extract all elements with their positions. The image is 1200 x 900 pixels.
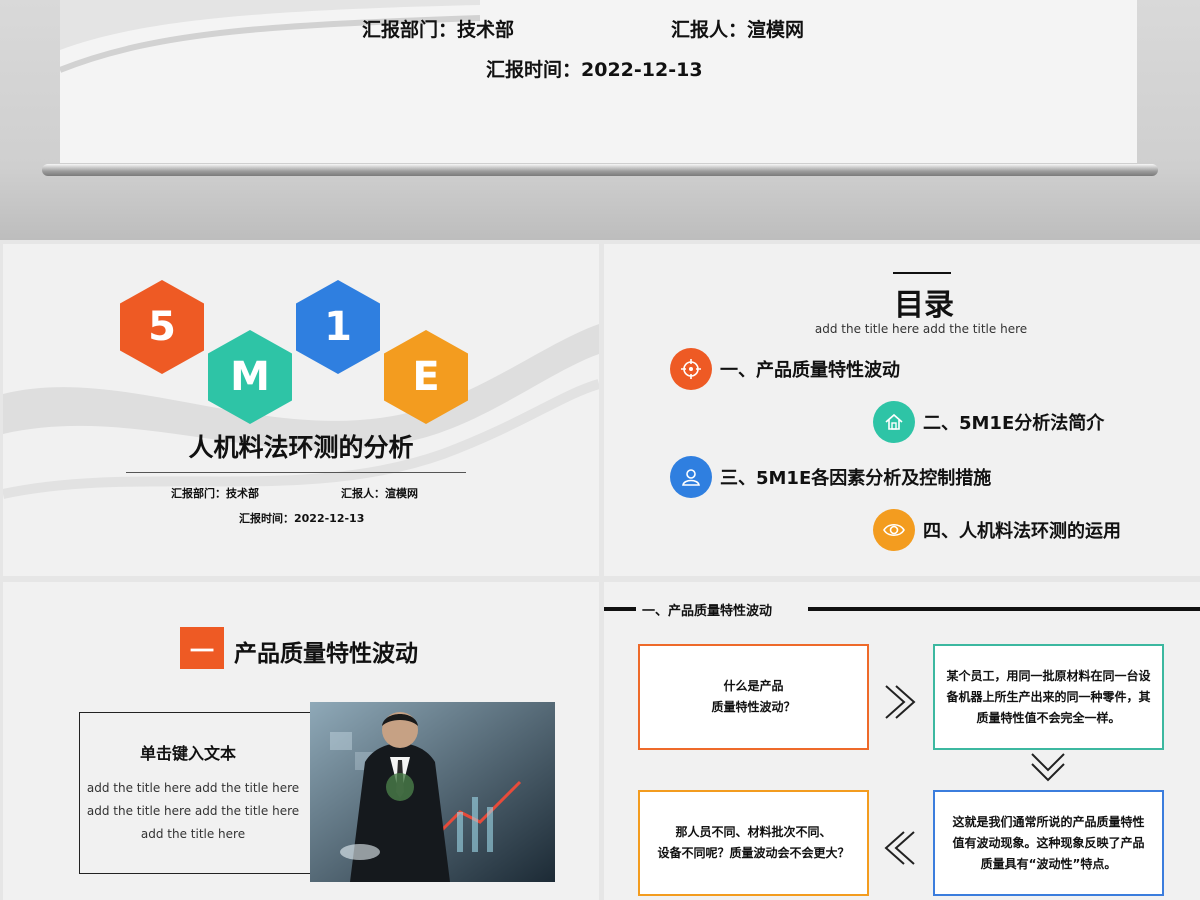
section-title: 产品质量特性波动 bbox=[234, 641, 418, 667]
header-rule-right bbox=[808, 607, 1200, 611]
top-department: 汇报部门：技术部 bbox=[362, 19, 515, 41]
conclusion-box: 这就是我们通常所说的产品质量特性 值有波动现象。这种现象反映了产品 质量具有“波动性… bbox=[933, 790, 1164, 896]
section-slide[interactable]: 一 产品质量特性波动 单击键入文本 add the title here add… bbox=[3, 582, 599, 900]
followup-box: 那人员不同、材料批次不同、 设备不同呢？质量波动会不会更大？ bbox=[638, 790, 869, 896]
title-divider bbox=[126, 472, 466, 473]
detail-header: 一、产品质量特性波动 bbox=[642, 604, 773, 619]
question-box: 什么是产品 质量特性波动？ bbox=[638, 644, 869, 750]
top-reporter: 汇报人：渲模网 bbox=[671, 19, 805, 41]
box-title: 单击键入文本 bbox=[140, 744, 237, 763]
chevron-right-icon bbox=[885, 685, 916, 719]
toc-slide[interactable]: 目录 add the title here add the title here… bbox=[604, 244, 1200, 576]
chevron-down-icon bbox=[1031, 753, 1065, 782]
board-rail bbox=[42, 164, 1158, 176]
section-number-badge: 一 bbox=[180, 627, 224, 669]
toc-item-3-label: 三、5M1E各因素分析及控制措施 bbox=[720, 468, 992, 489]
cover-title: 人机料法环测的分析 bbox=[188, 433, 414, 462]
detail-slide[interactable]: 一、产品质量特性波动 什么是产品 质量特性波动？ 某个员工，用同一批原材料在同一台… bbox=[604, 582, 1200, 900]
toc-item-1[interactable]: 一、产品质量特性波动 bbox=[670, 348, 900, 390]
toc-item-3[interactable]: 三、5M1E各因素分析及控制措施 bbox=[670, 456, 991, 498]
toc-item-1-label: 一、产品质量特性波动 bbox=[720, 360, 900, 381]
toc-item-4[interactable]: 四、人机料法环测的运用 bbox=[873, 509, 1121, 551]
slide-collage: 汇报部门：技术部 汇报人：渲模网 汇报时间：2022-12-13 5 M 1 E… bbox=[0, 0, 1200, 900]
box-text: add the title here add the title here ad… bbox=[86, 781, 300, 841]
header-rule-left bbox=[604, 607, 636, 611]
swoosh-decoration bbox=[60, 0, 480, 73]
toc-item-2-label: 二、5M1E分析法简介 bbox=[923, 413, 1105, 434]
cover-slide[interactable]: 5 M 1 E 人机料法环测的分析 汇报部门：技术部 汇报人：渲模网 汇报时间：… bbox=[3, 244, 599, 576]
top-slide[interactable]: 汇报部门：技术部 汇报人：渲模网 汇报时间：2022-12-13 bbox=[0, 0, 1200, 240]
toc-item-2[interactable]: 二、5M1E分析法简介 bbox=[873, 401, 1104, 443]
target-icon bbox=[670, 348, 712, 390]
toc-subtitle: add the title here add the title here bbox=[814, 322, 1028, 336]
chevron-left-icon bbox=[884, 831, 915, 865]
wave-decoration bbox=[3, 324, 599, 499]
eye-icon bbox=[873, 509, 915, 551]
cover-date: 汇报时间：2022-12-13 bbox=[239, 512, 365, 525]
explanation-box: 某个员工，用同一批原材料在同一台设 备机器上所生产出来的同一种零件，其 质量特性值不… bbox=[933, 644, 1164, 750]
businessman-photo bbox=[310, 702, 555, 882]
top-date: 汇报时间：2022-12-13 bbox=[486, 59, 703, 81]
toc-title-bar bbox=[893, 272, 951, 274]
cover-reporter: 汇报人：渲模网 bbox=[341, 487, 418, 500]
toc-item-4-label: 四、人机料法环测的运用 bbox=[923, 521, 1121, 542]
cover-department: 汇报部门：技术部 bbox=[171, 487, 259, 500]
toc-title: 目录 bbox=[894, 288, 954, 323]
user-icon bbox=[670, 456, 712, 498]
home-icon bbox=[873, 401, 915, 443]
